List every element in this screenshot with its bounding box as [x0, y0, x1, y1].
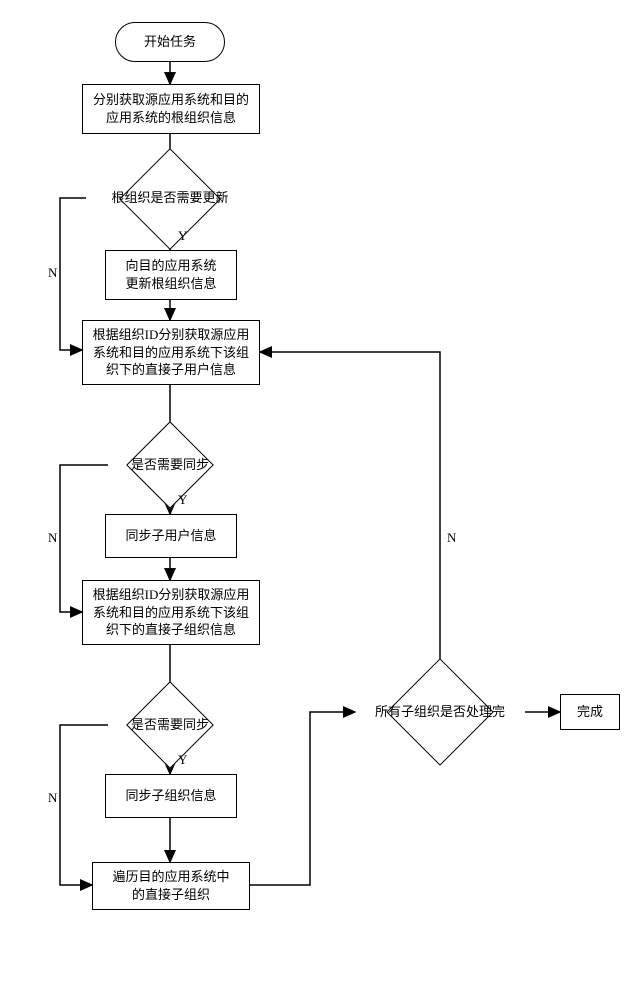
p5-label: 根据组织ID分别获取源应用系统和目的应用系统下该组织下的直接子组织信息 [93, 586, 250, 639]
get-root-org-info: 分别获取源应用系统和目的应用系统的根组织信息 [82, 84, 260, 134]
d2-label: 是否需要同步 [131, 457, 209, 474]
get-sub-org-info: 根据组织ID分别获取源应用系统和目的应用系统下该组织下的直接子组织信息 [82, 580, 260, 645]
p2-label: 向目的应用系统更新根组织信息 [125, 257, 216, 292]
p3-label: 根据组织ID分别获取源应用系统和目的应用系统下该组织下的直接子用户信息 [93, 326, 250, 379]
d1-label: 根组织是否需要更新 [111, 190, 228, 207]
need-sync-users: 是否需要同步 [108, 440, 232, 490]
done: 完成 [560, 694, 620, 730]
d3-no: N [48, 790, 57, 806]
need-sync-orgs: 是否需要同步 [108, 700, 232, 750]
p1-label: 分别获取源应用系统和目的应用系统的根组织信息 [93, 91, 249, 126]
p4-label: 同步子用户信息 [125, 527, 216, 545]
p7-label: 遍历目的应用系统中的直接子组织 [112, 868, 229, 903]
connectors [0, 0, 635, 1000]
d3-label: 是否需要同步 [131, 717, 209, 734]
d1-yes: Y [178, 228, 187, 244]
d3-yes: Y [178, 752, 187, 768]
d2-yes: Y [178, 492, 187, 508]
sync-sub-user: 同步子用户信息 [105, 514, 237, 558]
flowchart-canvas: 开始任务 分别获取源应用系统和目的应用系统的根组织信息 根组织是否需要更新 Y … [0, 0, 635, 1000]
p6-label: 同步子组织信息 [125, 787, 216, 805]
root-org-need-update: 根组织是否需要更新 [86, 172, 254, 225]
d4-label: 所有子组织是否处理完 [375, 704, 505, 721]
traverse-sub-orgs: 遍历目的应用系统中的直接子组织 [92, 862, 250, 910]
all-sub-orgs-done: 所有子组织是否处理完 [355, 683, 525, 741]
done-label: 完成 [577, 703, 603, 721]
start-task: 开始任务 [115, 22, 225, 62]
d4-no: N [447, 530, 456, 546]
update-root-org: 向目的应用系统更新根组织信息 [105, 250, 237, 300]
d1-no: N [48, 265, 57, 281]
d2-no: N [48, 530, 57, 546]
sync-sub-org: 同步子组织信息 [105, 774, 237, 818]
start-label: 开始任务 [144, 33, 196, 51]
get-sub-user-info: 根据组织ID分别获取源应用系统和目的应用系统下该组织下的直接子用户信息 [82, 320, 260, 385]
